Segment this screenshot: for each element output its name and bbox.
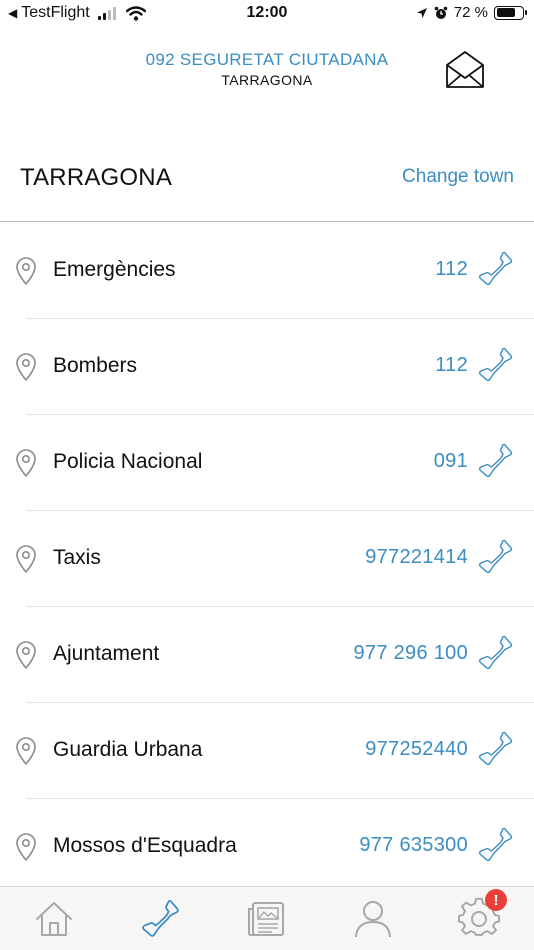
home-icon — [36, 902, 72, 936]
location-pin-icon[interactable] — [14, 352, 38, 382]
tab-home[interactable] — [32, 897, 76, 941]
contact-number[interactable]: 977 296 100 — [353, 642, 468, 665]
tab-phone[interactable] — [139, 897, 183, 941]
status-bar: ◀ TestFlight 12:00 72 % — [0, 0, 534, 28]
contact-number[interactable]: 977252440 — [365, 738, 468, 761]
town-name: TARRAGONA — [20, 164, 173, 191]
location-pin-icon[interactable] — [14, 256, 38, 286]
change-town-button[interactable]: Change town — [402, 166, 514, 188]
tab-bar: ! — [0, 886, 534, 950]
location-pin-icon[interactable] — [14, 736, 38, 766]
contact-row[interactable]: Guardia Urbana 977252440 — [0, 703, 534, 799]
contact-number[interactable]: 091 — [434, 450, 468, 473]
status-right: 72 % — [416, 4, 527, 21]
battery-icon — [494, 5, 527, 20]
contact-row[interactable]: Taxis 977221414 — [0, 511, 534, 607]
contact-row[interactable]: Policia Nacional 091 — [0, 415, 534, 511]
profile-icon — [355, 901, 391, 938]
phone-icon[interactable] — [476, 537, 516, 577]
phone-icon — [142, 899, 179, 937]
contact-name: Taxis — [53, 546, 101, 569]
contact-row[interactable]: Bombers 112 — [0, 319, 534, 415]
contact-row[interactable]: Mossos d'Esquadra 977 635300 — [0, 799, 534, 895]
contact-list: Emergències 112 Bombers 112 Policia Nacional… — [0, 223, 534, 895]
app-header: 092 SEGURETAT CIUTADANA TARRAGONA — [0, 44, 534, 104]
contact-row[interactable]: Emergències 112 — [0, 223, 534, 319]
alarm-icon — [434, 6, 448, 19]
contact-name: Guardia Urbana — [53, 738, 203, 761]
news-icon — [248, 902, 284, 936]
phone-icon[interactable] — [476, 729, 516, 769]
phone-icon[interactable] — [476, 441, 516, 481]
contact-name: Emergències — [53, 258, 176, 281]
contact-number[interactable]: 112 — [435, 354, 468, 377]
location-pin-icon[interactable] — [14, 544, 38, 574]
phone-icon[interactable] — [476, 825, 516, 865]
phone-icon[interactable] — [476, 345, 516, 385]
location-pin-icon[interactable] — [14, 448, 38, 478]
contact-row[interactable]: Ajuntament 977 296 100 — [0, 607, 534, 703]
tab-profile[interactable] — [351, 897, 395, 941]
contact-name: Mossos d'Esquadra — [53, 834, 237, 857]
tab-settings[interactable]: ! — [457, 889, 507, 941]
phone-icon[interactable] — [476, 249, 516, 289]
contact-name: Bombers — [53, 354, 138, 377]
battery-percent: 72 % — [453, 4, 488, 21]
contact-number[interactable]: 977221414 — [365, 546, 468, 569]
contact-number[interactable]: 112 — [435, 258, 468, 281]
location-arrow-icon — [416, 7, 427, 18]
town-bar: TARRAGONA Change town — [0, 150, 534, 222]
envelope-open-icon[interactable] — [444, 48, 486, 90]
contact-name: Policia Nacional — [53, 450, 203, 473]
contact-number[interactable]: 977 635300 — [359, 834, 468, 857]
contact-name: Ajuntament — [53, 642, 160, 665]
notification-badge: ! — [485, 889, 507, 911]
location-pin-icon[interactable] — [14, 832, 38, 862]
location-pin-icon[interactable] — [14, 640, 38, 670]
tab-news[interactable] — [245, 897, 289, 941]
phone-icon[interactable] — [476, 633, 516, 673]
